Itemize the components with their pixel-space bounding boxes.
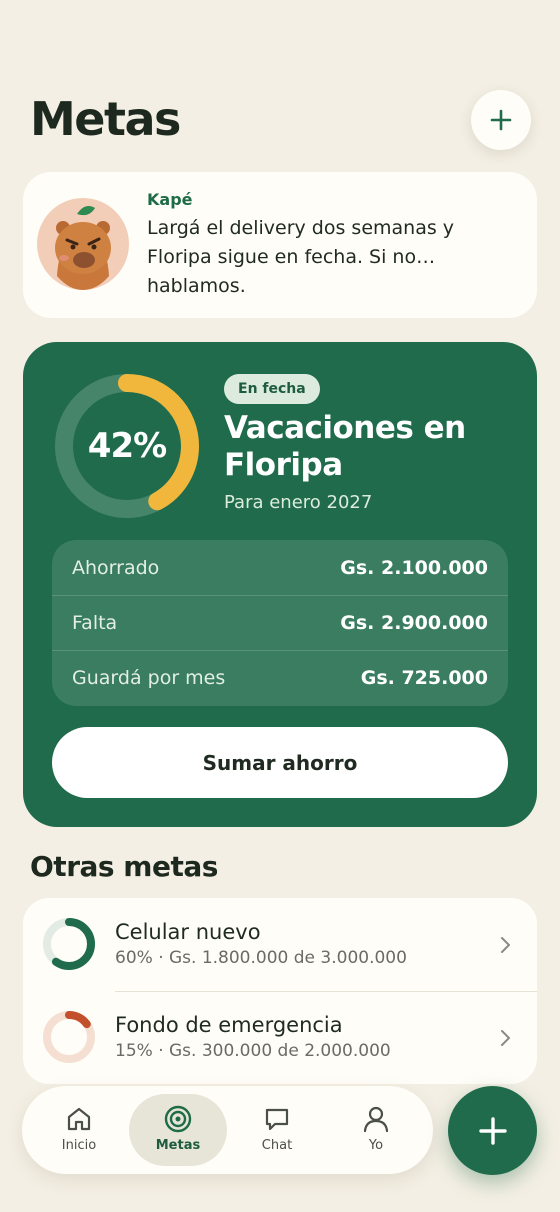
bottom-nav: Inicio Metas Chat Yo: [22, 1086, 433, 1174]
stat-value: Gs. 2.100.000: [340, 557, 488, 579]
add-fab-button[interactable]: [448, 1086, 537, 1175]
stat-monthly: Guardá por mes Gs. 725.000: [52, 650, 508, 706]
goal-title: Fondo de emergencia: [115, 1013, 343, 1037]
goal-stats: Ahorrado Gs. 2.100.000 Falta Gs. 2.900.0…: [52, 540, 508, 706]
home-icon: [67, 1107, 91, 1131]
nav-item-inicio[interactable]: Inicio: [30, 1094, 128, 1166]
stat-label: Falta: [72, 612, 118, 634]
user-icon: [363, 1106, 389, 1133]
stat-saved: Ahorrado Gs. 2.100.000: [52, 540, 508, 596]
goal-title: Vacaciones en Floripa: [224, 410, 466, 483]
stat-remaining: Falta Gs. 2.900.000: [52, 595, 508, 651]
status-badge: En fecha: [224, 374, 320, 404]
stat-value: Gs. 725.000: [360, 667, 488, 689]
plus-icon: [478, 1116, 507, 1145]
assistant-name: Kapé: [147, 190, 193, 209]
chevron-right-icon: [501, 1030, 510, 1046]
target-icon: [164, 1105, 192, 1133]
page-title: Metas: [30, 92, 181, 146]
nav-label: Metas: [155, 1138, 201, 1153]
plus-icon: [490, 109, 512, 131]
add-saving-button[interactable]: Sumar ahorro: [52, 727, 508, 798]
chevron-right-icon: [501, 937, 510, 953]
stat-label: Guardá por mes: [72, 667, 226, 689]
add-goal-button[interactable]: [471, 90, 531, 150]
other-goals-list: Celular nuevo 60% · Gs. 1.800.000 de 3.0…: [23, 898, 537, 1084]
section-title: Otras metas: [30, 850, 218, 883]
nav-item-metas[interactable]: Metas: [129, 1094, 227, 1166]
assistant-message: Largá el delivery dos semanas y Floripa …: [147, 217, 455, 297]
nav-label: Inicio: [61, 1138, 97, 1153]
goal-list-item[interactable]: Fondo de emergencia 15% · Gs. 300.000 de…: [23, 991, 537, 1084]
capybara-avatar: [37, 198, 129, 290]
stat-value: Gs. 2.900.000: [340, 612, 488, 634]
goal-progress-ring: [43, 1011, 95, 1063]
nav-label: Chat: [261, 1138, 293, 1153]
goal-detail: 60% · Gs. 1.800.000 de 3.000.000: [115, 948, 407, 968]
nav-item-chat[interactable]: Chat: [228, 1094, 326, 1166]
kape-tip-card: Kapé Largá el delivery dos semanas y Flo…: [23, 172, 537, 318]
goal-detail: 15% · Gs. 300.000 de 2.000.000: [115, 1041, 391, 1061]
goal-list-item[interactable]: Celular nuevo 60% · Gs. 1.800.000 de 3.0…: [23, 898, 537, 991]
chat-icon: [265, 1108, 289, 1131]
goal-progress-ring: [43, 918, 95, 970]
goal-deadline: Para enero 2027: [224, 492, 373, 513]
nav-item-yo[interactable]: Yo: [327, 1094, 425, 1166]
stat-label: Ahorrado: [72, 557, 160, 579]
featured-goal-card[interactable]: 42% En fecha Vacaciones en Floripa Para …: [23, 342, 537, 827]
nav-label: Yo: [368, 1138, 384, 1153]
goal-title: Celular nuevo: [115, 920, 261, 944]
progress-percentage: 42%: [87, 426, 167, 466]
